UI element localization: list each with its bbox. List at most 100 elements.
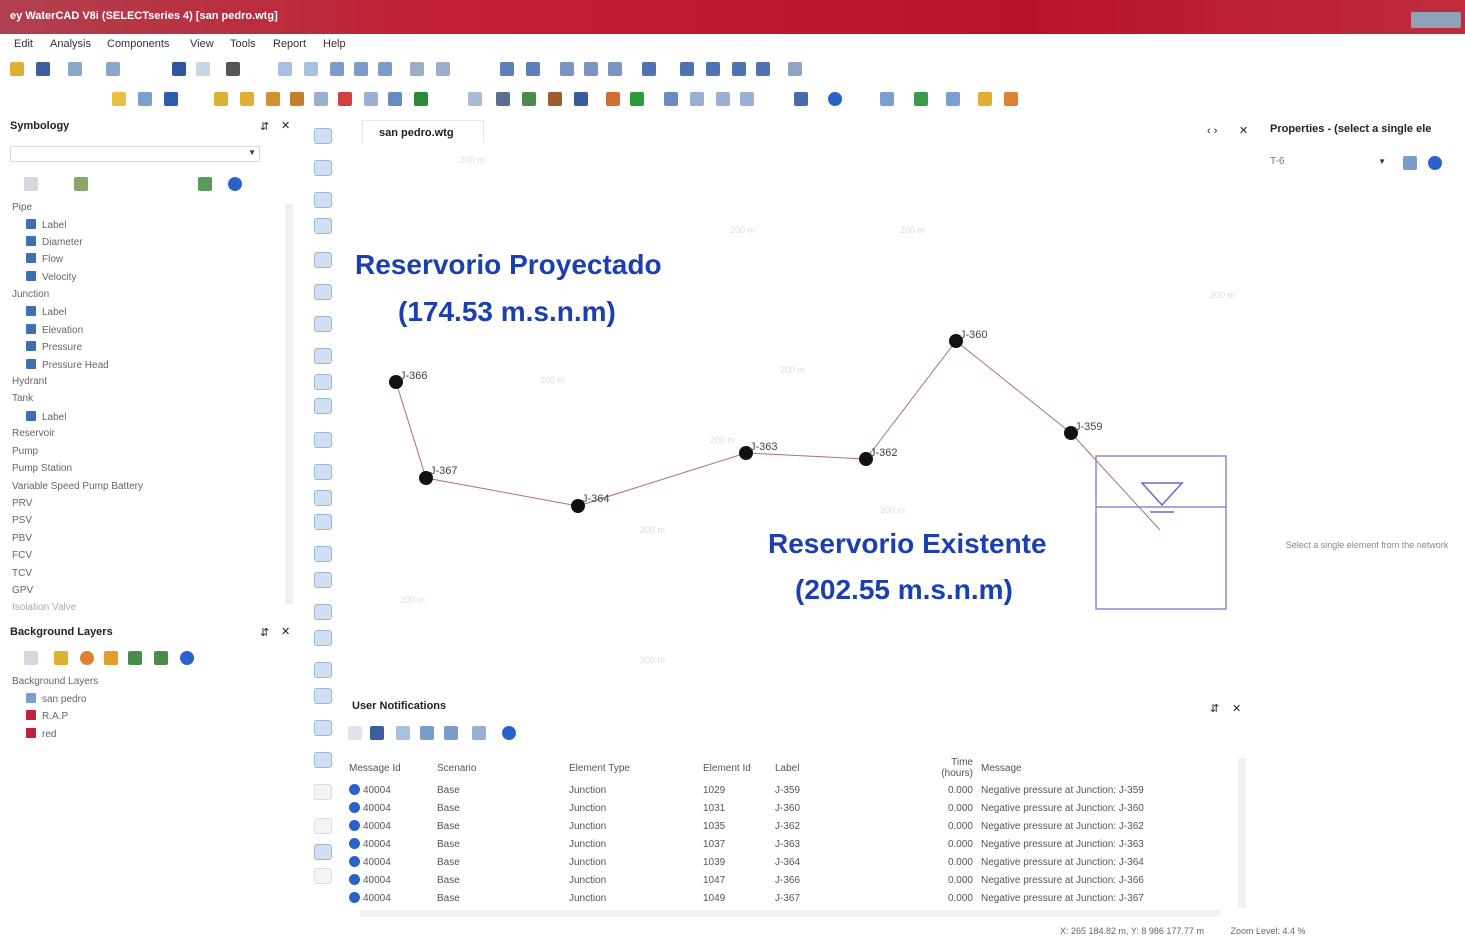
- tree-item-background-layers[interactable]: Background Layers: [12, 676, 98, 687]
- tree-item-vspb[interactable]: Variable Speed Pump Battery: [12, 481, 143, 492]
- new-icon[interactable]: [10, 62, 24, 76]
- isolation-valve-icon[interactable]: [314, 630, 332, 646]
- tank-tool-icon[interactable]: [138, 92, 152, 106]
- table-row[interactable]: 40004 Base Junction 1039 J-364 0.000 Negative…: [345, 853, 1250, 871]
- help-icon[interactable]: [180, 651, 194, 665]
- orifice-icon[interactable]: [314, 720, 332, 736]
- psv-tool-icon[interactable]: [338, 92, 352, 106]
- pin-icon[interactable]: ⇵: [1210, 702, 1219, 715]
- tree-item-hydrant[interactable]: Hydrant: [12, 376, 47, 387]
- undo-icon[interactable]: [172, 62, 186, 76]
- redo-icon[interactable]: [196, 62, 210, 76]
- select-polygon-icon[interactable]: [304, 62, 318, 76]
- new-layer-icon[interactable]: [24, 651, 38, 665]
- pump-icon[interactable]: [314, 252, 332, 268]
- layout-icon[interactable]: [526, 62, 540, 76]
- profiles-icon[interactable]: [756, 62, 770, 76]
- table-row[interactable]: 40004 Base Junction 1035 J-362 0.000 Negative…: [345, 817, 1250, 835]
- tank-icon[interactable]: [314, 192, 332, 208]
- properties-icon[interactable]: [104, 651, 118, 665]
- pin-icon[interactable]: ⇵: [260, 120, 269, 133]
- notifications-scrollbar[interactable]: [1238, 758, 1246, 908]
- close-icon[interactable]: ✕: [1232, 702, 1241, 715]
- customer-meter-icon[interactable]: [314, 398, 332, 414]
- tree-item-pipe-diameter[interactable]: Diameter: [26, 236, 83, 248]
- print-icon[interactable]: [420, 726, 434, 740]
- zoom-in-icon[interactable]: [354, 62, 368, 76]
- hydrant-icon[interactable]: [314, 348, 332, 364]
- tree-item-fcv[interactable]: FCV: [12, 550, 32, 561]
- menu-help[interactable]: Help: [323, 38, 346, 50]
- pump-tool-icon[interactable]: [214, 92, 228, 106]
- tree-item-pump-station[interactable]: Pump Station: [12, 463, 72, 474]
- tree-item-pipe-velocity[interactable]: Velocity: [26, 271, 76, 283]
- gpv-tool-icon[interactable]: [414, 92, 428, 106]
- help-icon[interactable]: [228, 177, 242, 191]
- scada-icon[interactable]: [314, 432, 332, 448]
- alternatives-icon[interactable]: [584, 62, 598, 76]
- tree-item-junction[interactable]: Junction: [12, 289, 49, 300]
- properties-dropdown[interactable]: T-6 ▼: [1268, 154, 1390, 170]
- tree-item-pipe[interactable]: Pipe: [12, 202, 32, 213]
- psv-icon[interactable]: [314, 490, 332, 506]
- notifications-hscrollbar[interactable]: [360, 910, 1220, 917]
- scenarios-icon[interactable]: [560, 62, 574, 76]
- surge-tank-icon[interactable]: [664, 92, 678, 106]
- prv-icon[interactable]: [314, 464, 332, 480]
- menu-edit[interactable]: Edit: [14, 38, 33, 50]
- tree-item-isolation-valve[interactable]: Isolation Valve: [12, 602, 76, 613]
- symbology-dropdown[interactable]: ▼: [10, 146, 260, 162]
- surge-tank-icon[interactable]: [314, 662, 332, 678]
- graphs-icon[interactable]: [732, 62, 746, 76]
- add-folder-icon[interactable]: [54, 651, 68, 665]
- tree-item-san-pedro[interactable]: san pedro: [26, 693, 86, 705]
- pipe[interactable]: [395, 381, 427, 479]
- find-icon[interactable]: [226, 62, 240, 76]
- symbology-scrollbar[interactable]: [285, 204, 293, 604]
- tcv-icon[interactable]: [314, 572, 332, 588]
- check-valve-icon[interactable]: [606, 92, 620, 106]
- tree-item-gpv[interactable]: GPV: [12, 585, 33, 596]
- add-icon[interactable]: [74, 177, 88, 191]
- help-icon[interactable]: [502, 726, 516, 740]
- find-element-icon[interactable]: [1403, 156, 1417, 170]
- tree-item-pipe-flow[interactable]: Flow: [26, 253, 63, 265]
- table-row[interactable]: 40004 Base Junction 1031 J-360 0.000 Negative…: [345, 799, 1250, 817]
- save-icon[interactable]: [36, 62, 50, 76]
- flextables-icon[interactable]: [706, 62, 720, 76]
- tree-item-tcv[interactable]: TCV: [12, 568, 32, 579]
- close-icon[interactable]: ✕: [1239, 124, 1248, 137]
- tree-item-junction-pressure[interactable]: Pressure: [26, 341, 82, 353]
- fcv-tool-icon[interactable]: [364, 92, 378, 106]
- details-icon[interactable]: [348, 726, 362, 740]
- zoom-to-icon[interactable]: [444, 726, 458, 740]
- hammer-icon[interactable]: [794, 92, 808, 106]
- options-icon[interactable]: [946, 92, 960, 106]
- compute-icon[interactable]: [642, 62, 656, 76]
- orifice-icon[interactable]: [630, 92, 644, 106]
- export-icon[interactable]: [1004, 92, 1018, 106]
- close-icon[interactable]: ✕: [281, 119, 290, 132]
- zoom-out-icon[interactable]: [378, 62, 392, 76]
- results-icon[interactable]: [680, 62, 694, 76]
- print-icon[interactable]: [68, 62, 82, 76]
- pipe-tool-icon[interactable]: [468, 92, 482, 106]
- menu-tools[interactable]: Tools: [230, 38, 256, 50]
- valve-icon[interactable]: [314, 284, 332, 300]
- spot-elevation-icon[interactable]: [290, 92, 304, 106]
- close-icon[interactable]: ✕: [281, 625, 290, 638]
- column-header[interactable]: Element Id: [699, 755, 771, 781]
- tank-symbol[interactable]: [1095, 455, 1227, 610]
- zoom-window-icon[interactable]: [410, 62, 424, 76]
- pin-icon[interactable]: ⇵: [260, 626, 269, 639]
- valve-tool-icon[interactable]: [240, 92, 254, 106]
- tab-san-pedro[interactable]: san pedro.wtg: [362, 120, 484, 143]
- tree-item-red[interactable]: red: [26, 728, 56, 740]
- pipe[interactable]: [1070, 432, 1161, 531]
- tree-item-junction-pressure-head[interactable]: Pressure Head: [26, 359, 109, 371]
- turbine-icon[interactable]: [314, 752, 332, 768]
- new-symbology-icon[interactable]: [24, 177, 38, 191]
- tree-item-rap[interactable]: R.A.P: [26, 710, 68, 722]
- pbv-icon[interactable]: [314, 514, 332, 530]
- tree-item-junction-elevation[interactable]: Elevation: [26, 324, 83, 336]
